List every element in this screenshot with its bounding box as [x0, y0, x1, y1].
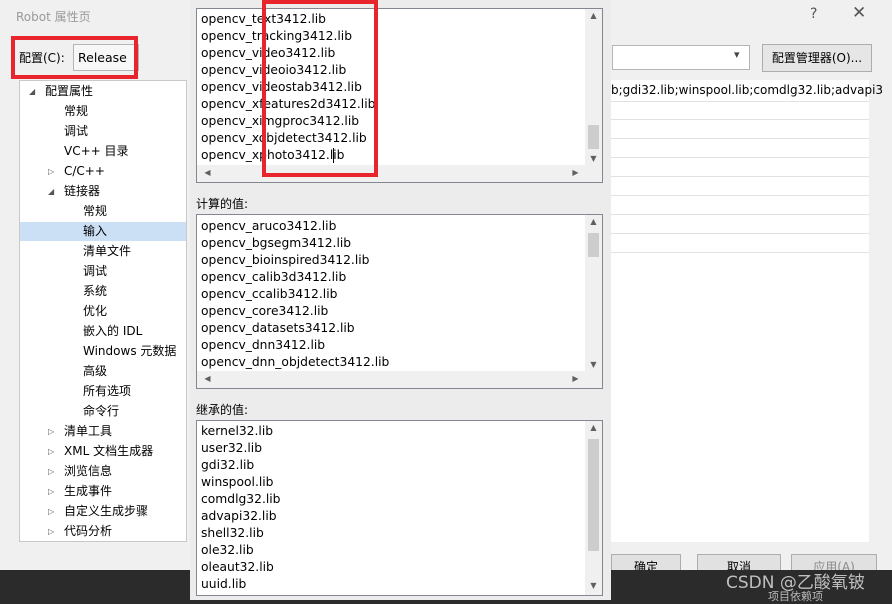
tree-item[interactable]: 高级: [83, 362, 107, 381]
window-title: Robot 属性页: [16, 10, 91, 24]
tree-item[interactable]: 链接器: [64, 182, 100, 201]
tree-item[interactable]: 调试: [83, 262, 107, 281]
config-manager-button[interactable]: 配置管理器(O)...: [762, 44, 872, 72]
scroll-down-icon[interactable]: ▼: [585, 360, 602, 369]
tree-item[interactable]: XML 文档生成器: [64, 442, 153, 461]
tree-item[interactable]: 常规: [64, 102, 88, 121]
additional-dependencies-value[interactable]: b;gdi32.lib;winspool.lib;comdlg32.lib;ad…: [611, 83, 892, 97]
scroll-right-icon[interactable]: ▶: [567, 168, 584, 177]
collapse-arrow-icon[interactable]: ▷: [48, 442, 54, 461]
tree-item[interactable]: 优化: [83, 302, 107, 321]
tree-item[interactable]: 清单工具: [64, 422, 112, 441]
scroll-left-icon[interactable]: ◀: [199, 374, 216, 383]
computed-values-list: opencv_aruco3412.lib opencv_bgsegm3412.li…: [196, 214, 603, 389]
list-item: ole32.lib: [201, 543, 254, 557]
list-item: shell32.lib: [201, 526, 264, 540]
list-item: user32.lib: [201, 441, 263, 455]
scroll-up-icon[interactable]: ▲: [585, 217, 602, 226]
collapse-arrow-icon[interactable]: ▷: [48, 482, 54, 501]
tree-item[interactable]: 调试: [64, 122, 88, 141]
grid-row-divider: [611, 119, 869, 120]
expand-arrow-icon[interactable]: ◢: [48, 182, 54, 201]
grid-row-divider: [611, 195, 869, 196]
list-item: winspool.lib: [201, 475, 274, 489]
tree-item[interactable]: 输入: [83, 222, 107, 241]
collapse-arrow-icon[interactable]: ▷: [48, 462, 54, 481]
inherited-values-list: kernel32.lib user32.lib gdi32.lib winspool.…: [196, 420, 603, 596]
chevron-down-icon[interactable]: ▾: [734, 48, 740, 61]
tree-item[interactable]: Windows 元数据: [83, 342, 176, 361]
edit-scrollbar[interactable]: ▲ ▼: [585, 9, 602, 167]
platform-dropdown[interactable]: [612, 45, 750, 70]
grid-row-divider: [611, 176, 869, 177]
scroll-up-icon[interactable]: ▲: [585, 423, 602, 432]
list-item: opencv_dnn3412.lib: [201, 338, 326, 352]
scroll-down-icon[interactable]: ▼: [585, 581, 602, 590]
scroll-down-icon[interactable]: ▼: [585, 154, 602, 163]
list-item: opencv_datasets3412.lib: [201, 321, 355, 335]
collapse-arrow-icon[interactable]: ▷: [48, 502, 54, 521]
property-grid: [611, 80, 869, 542]
scroll-up-icon[interactable]: ▲: [585, 11, 602, 20]
list-item: uuid.lib: [201, 577, 247, 591]
expand-arrow-icon[interactable]: ◢: [29, 82, 35, 101]
scroll-left-icon[interactable]: ◀: [199, 168, 216, 177]
annotation-highlight-box: [262, 0, 378, 177]
tree-item[interactable]: 系统: [83, 282, 107, 301]
watermark: CSDN @乙酸氧铍: [726, 573, 865, 593]
config-highlight-box: [11, 36, 138, 79]
tree-item[interactable]: 配置属性: [45, 82, 93, 101]
additional-dependencies-dialog: opencv_text3412.lib opencv_tracking3412.l…: [190, 0, 611, 600]
collapse-arrow-icon[interactable]: ▷: [48, 422, 54, 441]
tree-item[interactable]: 清单文件: [83, 242, 131, 261]
list-item: comdlg32.lib: [201, 492, 281, 506]
tree-item[interactable]: 自定义生成步骤: [64, 502, 148, 521]
close-icon[interactable]: ✕: [852, 3, 866, 23]
help-icon[interactable]: ?: [810, 6, 817, 22]
scroll-thumb[interactable]: [588, 125, 599, 149]
dependencies-edit-box[interactable]: opencv_text3412.lib opencv_tracking3412.l…: [196, 8, 603, 183]
grid-row-divider: [611, 252, 869, 253]
collapse-arrow-icon[interactable]: ▷: [48, 162, 54, 181]
tree-item[interactable]: 生成事件: [64, 482, 112, 501]
computed-hscrollbar[interactable]: ◀ ▶: [197, 371, 602, 388]
list-item: opencv_bioinspired3412.lib: [201, 253, 370, 267]
scroll-thumb[interactable]: [588, 233, 599, 257]
scroll-thumb[interactable]: [588, 439, 599, 551]
inherited-scrollbar[interactable]: ▲ ▼: [585, 421, 602, 595]
tree-item[interactable]: 嵌入的 IDL: [83, 322, 142, 341]
computed-scrollbar[interactable]: ▲ ▼: [585, 215, 602, 373]
grid-row-divider: [611, 138, 869, 139]
computed-values-label: 计算的值:: [196, 197, 249, 211]
tree-item[interactable]: 所有选项: [83, 382, 131, 401]
list-item: kernel32.lib: [201, 424, 274, 438]
list-item: opencv_dnn_objdetect3412.lib: [201, 355, 390, 369]
list-item: opencv_ccalib3412.lib: [201, 287, 338, 301]
list-item: gdi32.lib: [201, 458, 255, 472]
tree-item[interactable]: 浏览信息: [64, 462, 112, 481]
grid-row-divider: [611, 101, 869, 102]
tree-item[interactable]: VC++ 目录: [64, 142, 129, 161]
grid-row-divider: [611, 233, 869, 234]
list-item: opencv_core3412.lib: [201, 304, 329, 318]
list-item: oleaut32.lib: [201, 560, 274, 574]
list-item: opencv_bgsegm3412.lib: [201, 236, 352, 250]
list-item: advapi32.lib: [201, 509, 277, 523]
collapse-arrow-icon[interactable]: ▷: [48, 522, 54, 541]
scroll-right-icon[interactable]: ▶: [567, 374, 584, 383]
tree-item[interactable]: C/C++: [64, 162, 105, 181]
tree-item[interactable]: 命令行: [83, 402, 119, 421]
tree-item[interactable]: 常规: [83, 202, 107, 221]
grid-row-divider: [611, 214, 869, 215]
list-item: opencv_aruco3412.lib: [201, 219, 337, 233]
tree-item[interactable]: 代码分析: [64, 522, 112, 541]
edit-hscrollbar[interactable]: ◀ ▶: [197, 165, 602, 182]
grid-row-divider: [611, 157, 869, 158]
inherited-values-label: 继承的值:: [196, 403, 249, 417]
list-item: opencv_calib3d3412.lib: [201, 270, 347, 284]
